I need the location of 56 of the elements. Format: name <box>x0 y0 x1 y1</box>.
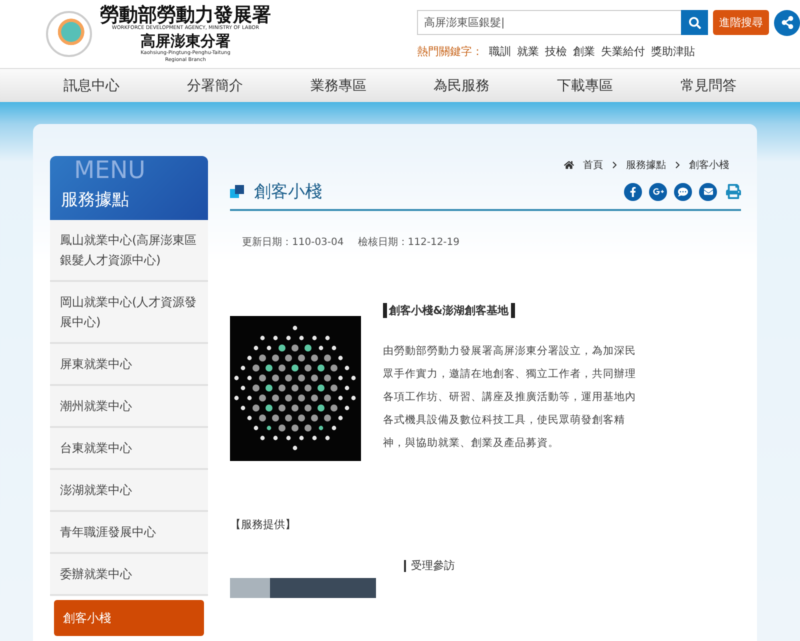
facebook-icon <box>628 186 638 196</box>
email-share-button[interactable] <box>699 182 717 200</box>
breadcrumb-link[interactable]: 首頁 <box>583 158 603 172</box>
sidebar-title: 服務據點 <box>61 189 129 211</box>
keyword-link[interactable]: 技檢 <box>545 44 567 58</box>
sidebar-item[interactable]: 屏東就業中心 <box>50 344 208 386</box>
agency-name: 勞動部勞動力發展署 <box>100 4 271 24</box>
keyword-link[interactable]: 就業 <box>517 44 539 58</box>
nav-item[interactable]: 常見問答 <box>680 76 736 94</box>
chevron-icon <box>612 161 617 169</box>
breadcrumb-link[interactable]: 創客小棧 <box>689 158 729 172</box>
advanced-search-button[interactable]: 進階搜尋 <box>713 10 769 35</box>
home-icon[interactable] <box>564 160 574 170</box>
branch-name: 高屏澎東分署 <box>140 32 230 50</box>
keyword-link[interactable]: 失業給付 <box>601 44 645 58</box>
sidebar-item[interactable]: 創客小棧 <box>54 600 204 636</box>
line-share-button[interactable] <box>674 182 692 200</box>
services-heading: 【服務提供】 <box>230 517 297 532</box>
search-icon <box>688 16 700 28</box>
sidebar-item[interactable]: 岡山就業中心(人才資源發展中心) <box>50 282 208 344</box>
nav-item[interactable]: 業務專區 <box>310 76 366 94</box>
sidebar-item[interactable]: 青年職涯發展中心 <box>50 512 208 554</box>
review-date: 檢核日期：112-12-19 <box>358 236 460 249</box>
chevron-icon <box>675 161 680 169</box>
share-button[interactable] <box>774 10 800 36</box>
hot-keywords-label: 熱門關鍵字： <box>417 44 483 58</box>
envelope-icon <box>704 187 712 196</box>
article-heading: 創客小棧&澎湖創客基地 <box>383 303 515 318</box>
nav-item[interactable]: 分署簡介 <box>186 76 243 94</box>
share-icon <box>780 16 794 29</box>
sidebar-item[interactable]: 台東就業中心 <box>50 428 208 470</box>
keyword-link[interactable]: 創業 <box>573 44 595 58</box>
page-title: 創客小棧 <box>254 181 323 203</box>
nav-item[interactable]: 下載專區 <box>556 76 613 94</box>
article-body: 由勞動部勞動力發展署高屏澎東分署設立，為加深民眾手作實力，邀請在地創客、獨立工作者，共同辦理各項工作坊、研習、講座及推廣活動等，運用基地內各式機具設備及數位科技工具，使民眾萌發創客精神，與協助就業、創業及產品募資。 <box>383 344 637 451</box>
search-button[interactable] <box>681 10 708 35</box>
printer-icon <box>726 184 741 199</box>
keyword-link[interactable]: 職訓 <box>489 44 511 58</box>
google-plus-icon <box>652 186 664 197</box>
keyword-link[interactable]: 獎助津貼 <box>651 44 695 58</box>
service-item-heading: 受理參訪 <box>404 560 455 572</box>
google-plus-share-button[interactable] <box>649 182 667 200</box>
nav-item[interactable]: 訊息中心 <box>64 76 120 94</box>
sidebar-item[interactable]: 潮州就業中心 <box>50 386 208 428</box>
sidebar-item[interactable]: 鳳山就業中心(高屏澎東區銀髮人才資源中心) <box>50 220 208 282</box>
squares-icon <box>230 184 244 198</box>
facebook-share-button[interactable] <box>624 182 642 200</box>
menu-watermark: MENU <box>74 157 146 183</box>
nav-item[interactable]: 為民服務 <box>434 76 490 94</box>
sidebar-item[interactable]: 澎湖就業中心 <box>50 470 208 512</box>
sidebar-item[interactable]: 委辦就業中心 <box>50 554 208 596</box>
speech-bubble-icon <box>678 186 688 196</box>
search-field[interactable]: 高屏澎東區銀髮| <box>417 10 681 35</box>
breadcrumb-link[interactable]: 服務據點 <box>626 158 666 172</box>
update-date: 更新日期：110-03-04 <box>242 236 344 249</box>
print-button[interactable] <box>726 184 741 199</box>
